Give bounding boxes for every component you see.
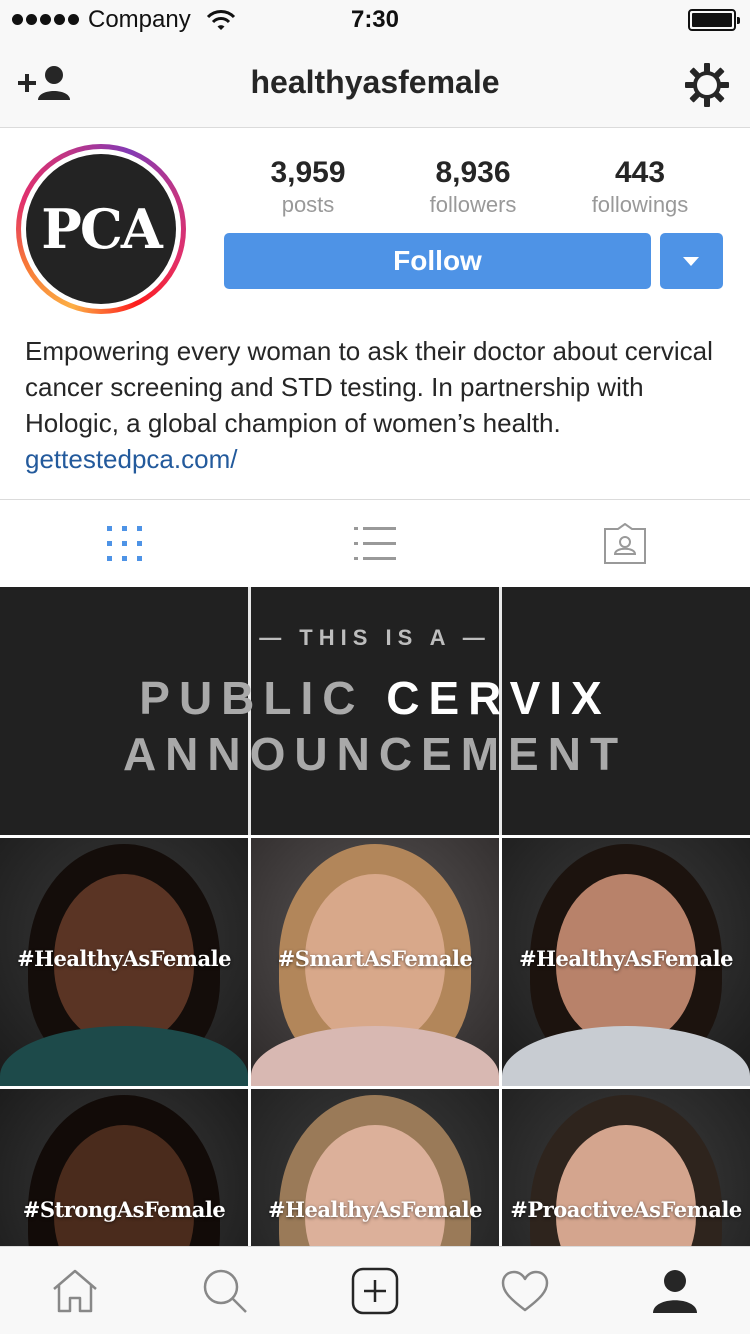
profile-icon bbox=[653, 1270, 697, 1313]
add-post-icon bbox=[351, 1267, 399, 1315]
battery-icon bbox=[688, 9, 740, 31]
stat-followers[interactable]: 8,936 followers bbox=[393, 154, 553, 218]
gear-icon[interactable] bbox=[684, 62, 730, 108]
status-bar: Company 7:30 bbox=[0, 0, 750, 40]
stat-followers-value: 8,936 bbox=[435, 156, 511, 189]
post-hashtag: #StrongAsFemale bbox=[22, 1197, 226, 1222]
list-icon bbox=[354, 527, 396, 560]
profile-view-tabs bbox=[0, 499, 750, 587]
banner-headline-line2: ANNOUNCEMENT bbox=[122, 728, 628, 780]
stat-followings-value: 443 bbox=[614, 156, 666, 189]
post-thumbnail[interactable]: #HealthyAsFemale bbox=[502, 838, 750, 1086]
post-thumbnail[interactable]: #SmartAsFemale bbox=[251, 838, 499, 1086]
tab-tagged-view[interactable] bbox=[500, 500, 750, 588]
tab-home[interactable] bbox=[0, 1247, 150, 1334]
post-thumbnail[interactable]: #StrongAsFemale bbox=[0, 1089, 248, 1246]
stat-followings-label: followings bbox=[591, 192, 689, 217]
search-icon bbox=[203, 1269, 247, 1313]
post-thumbnail[interactable]: #HealthyAsFemale bbox=[0, 838, 248, 1086]
stat-posts-label: posts bbox=[281, 192, 335, 217]
caret-down-icon bbox=[683, 257, 699, 266]
avatar[interactable]: PCA bbox=[16, 144, 186, 314]
tab-activity[interactable] bbox=[450, 1247, 600, 1334]
banner-kicker: — THIS IS A — bbox=[259, 625, 491, 650]
stat-posts[interactable]: 3,959 posts bbox=[228, 154, 388, 218]
stat-followers-label: followers bbox=[429, 192, 517, 217]
stat-followings[interactable]: 443 followings bbox=[560, 154, 720, 218]
tab-list-view[interactable] bbox=[250, 500, 500, 588]
heart-icon bbox=[501, 1270, 549, 1312]
suggestions-dropdown-button[interactable] bbox=[660, 233, 723, 289]
post-hashtag: #ProactiveAsFemale bbox=[510, 1197, 742, 1222]
home-icon bbox=[53, 1269, 97, 1313]
tab-new-post[interactable] bbox=[300, 1247, 450, 1334]
clock: 7:30 bbox=[350, 6, 400, 33]
tab-profile[interactable] bbox=[600, 1247, 750, 1334]
post-hashtag: #HealthyAsFemale bbox=[268, 1197, 482, 1222]
post-thumbnail[interactable]: #ProactiveAsFemale bbox=[502, 1089, 750, 1246]
nav-bar: healthyasfemale bbox=[0, 40, 750, 128]
post-thumbnail[interactable]: #HealthyAsFemale bbox=[251, 1089, 499, 1246]
stat-posts-value: 3,959 bbox=[270, 156, 346, 189]
tagged-icon bbox=[604, 523, 646, 564]
grid-icon bbox=[107, 526, 142, 561]
post-hashtag: #SmartAsFemale bbox=[277, 946, 473, 971]
avatar-logo-text: PCA bbox=[41, 197, 162, 261]
page-title: healthyasfemale bbox=[250, 64, 500, 100]
profile-website-link[interactable]: gettestedpca.com/ bbox=[25, 441, 237, 477]
bottom-tab-bar bbox=[0, 1246, 750, 1334]
banner-post[interactable]: — THIS IS A — PUBLIC CERVIX ANNOUNCEMENT bbox=[0, 587, 750, 835]
post-hashtag: #HealthyAsFemale bbox=[17, 946, 231, 971]
profile-bio: Empowering every woman to ask their doct… bbox=[25, 336, 713, 438]
tab-grid-view[interactable] bbox=[0, 500, 250, 588]
post-grid: — THIS IS A — PUBLIC CERVIX ANNOUNCEMENT… bbox=[0, 587, 750, 1246]
follow-button[interactable]: Follow bbox=[224, 233, 651, 289]
banner-headline-line1: PUBLIC CERVIX bbox=[139, 672, 611, 724]
tab-search[interactable] bbox=[150, 1247, 300, 1334]
post-hashtag: #HealthyAsFemale bbox=[519, 946, 733, 971]
